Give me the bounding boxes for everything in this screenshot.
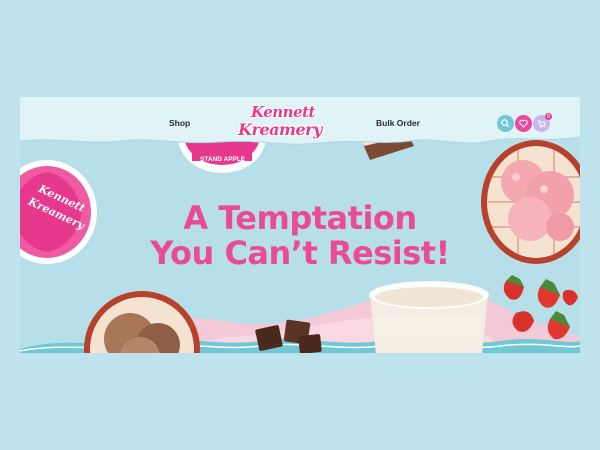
strawberries: [503, 275, 578, 340]
cart-count-badge: 0: [545, 113, 552, 120]
hero-title-line-1: A Temptation: [183, 199, 417, 237]
logo-line-2: Kreamery: [238, 120, 322, 139]
nav-bulk-order-link[interactable]: Bulk Order: [376, 118, 420, 128]
logo-line-1: Kennett: [251, 103, 315, 121]
vanilla-ice-cream-tub: [369, 281, 489, 353]
heart-icon: [519, 119, 528, 128]
svg-text:STAND APPLE: STAND APPLE: [200, 156, 246, 163]
wishlist-button[interactable]: [515, 115, 532, 132]
chocolate-pieces: [255, 319, 322, 353]
search-icon: [501, 119, 510, 128]
cart-button[interactable]: 0: [533, 113, 552, 132]
nav-shop-link[interactable]: Shop: [169, 118, 190, 128]
site-header: Shop Kennett Kreamery Bulk Order 0: [20, 97, 580, 149]
kennett-kreamery-logo[interactable]: Kennett Kreamery: [238, 103, 323, 144]
search-button[interactable]: [497, 115, 514, 132]
cart-icon: [537, 120, 546, 128]
hero-title-line-2: You Can’t Resist!: [150, 234, 450, 272]
hero-banner: Kennett Kreamery STAND APPLE A Temptatio…: [20, 97, 580, 353]
chocolate-ice-cream-bowl: [84, 291, 200, 353]
